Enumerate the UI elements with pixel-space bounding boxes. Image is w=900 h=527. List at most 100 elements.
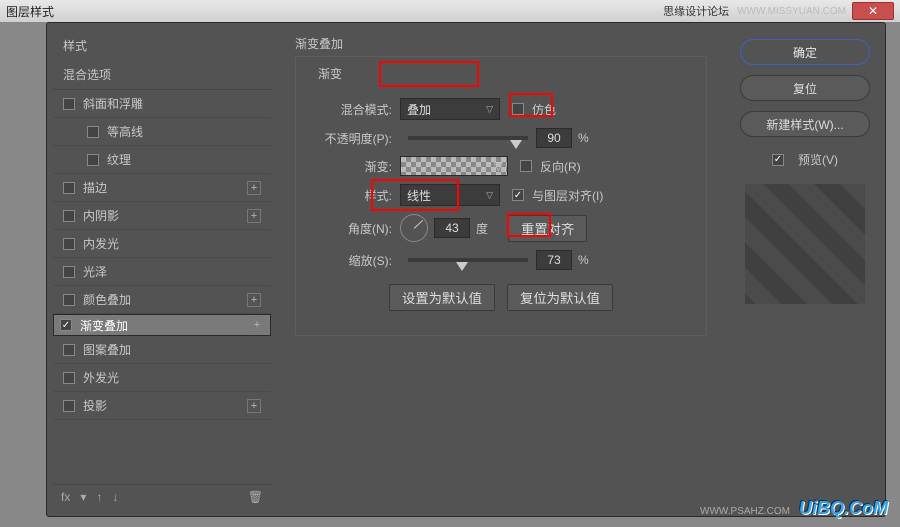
angle-label: 角度(N): (310, 220, 392, 237)
style-label: 渐变叠加 (80, 317, 128, 334)
dither-label: 仿色 (532, 101, 556, 118)
opacity-input[interactable] (536, 128, 572, 148)
watermark: WWW.MISSYUAN.COM (737, 6, 846, 17)
degree-label: 度 (476, 220, 488, 237)
style-checkbox[interactable] (63, 294, 75, 306)
blend-mode-select[interactable]: 叠加▽ (400, 98, 500, 120)
style-select[interactable]: 线性▽ (400, 184, 500, 206)
style-checkbox[interactable] (63, 210, 75, 222)
style-checkbox[interactable] (87, 154, 99, 166)
style-row[interactable]: 纹理 (53, 146, 271, 174)
opacity-label: 不透明度(P): (310, 130, 392, 147)
style-row[interactable]: 渐变叠加 + (53, 314, 271, 336)
chevron-down-icon: ▽ (486, 190, 493, 201)
preview-swatch (745, 184, 865, 304)
arrow-up-icon[interactable]: ↑ (96, 490, 102, 504)
chevron-down-icon: ▽ (490, 159, 507, 173)
style-row[interactable]: 图案叠加 (53, 336, 271, 364)
fieldset-legend: 渐变 (314, 65, 346, 82)
chevron-down-icon: ▽ (486, 104, 493, 115)
style-label: 图案叠加 (83, 341, 131, 358)
style-checkbox[interactable] (87, 126, 99, 138)
action-panel: 确定 复位 新建样式(W)... 预览(V) (725, 23, 885, 516)
style-label: 样式: (310, 187, 392, 204)
add-effect-icon[interactable]: + (247, 293, 261, 307)
chevron-down-icon[interactable]: ▾ (80, 490, 86, 504)
style-row[interactable]: 内阴影 + (53, 202, 271, 230)
style-row[interactable]: 描边 + (53, 174, 271, 202)
reset-default-button[interactable]: 复位为默认值 (507, 284, 613, 311)
angle-dial[interactable] (400, 214, 428, 242)
style-row[interactable]: 内发光 (53, 230, 271, 258)
arrow-down-icon[interactable]: ↓ (112, 490, 118, 504)
add-effect-icon[interactable]: + (247, 399, 261, 413)
style-label: 内阴影 (83, 207, 119, 224)
reverse-label: 反向(R) (540, 158, 581, 175)
style-row[interactable]: 光泽 (53, 258, 271, 286)
style-label: 描边 (83, 179, 107, 196)
angle-input[interactable] (434, 218, 470, 238)
style-checkbox[interactable] (63, 266, 75, 278)
scale-input[interactable] (536, 250, 572, 270)
style-checkbox[interactable] (63, 182, 75, 194)
reset-button[interactable]: 复位 (740, 75, 870, 101)
gradient-label: 渐变: (310, 158, 392, 175)
add-effect-icon[interactable]: + (247, 181, 261, 195)
style-checkbox[interactable] (63, 344, 75, 356)
ok-button[interactable]: 确定 (740, 39, 870, 65)
titlebar-link: 思缘设计论坛 (663, 3, 729, 19)
watermark: WWW.PSAHZ.COM (700, 506, 790, 517)
percent-label: % (578, 131, 589, 145)
style-row[interactable]: 外发光 (53, 364, 271, 392)
close-button[interactable]: ✕ (852, 2, 894, 20)
fx-menu[interactable]: fx (61, 490, 70, 504)
style-list: 斜面和浮雕等高线纹理描边 + 内阴影 + 内发光光泽颜色叠加 + 渐变叠加 + 图案叠加外发光投… (53, 90, 271, 484)
align-checkbox[interactable] (512, 189, 524, 201)
style-label: 等高线 (107, 123, 143, 140)
preview-checkbox[interactable] (772, 154, 784, 166)
style-label: 投影 (83, 397, 107, 414)
reset-align-button[interactable]: 重置对齐 (508, 215, 587, 242)
style-row[interactable]: 等高线 (53, 118, 271, 146)
preview-label: 预览(V) (798, 151, 838, 168)
gradient-picker[interactable]: ▽ (400, 156, 508, 176)
style-row[interactable]: 投影 + (53, 392, 271, 420)
style-row[interactable]: 颜色叠加 + (53, 286, 271, 314)
style-checkbox[interactable] (63, 98, 75, 110)
style-row[interactable]: 斜面和浮雕 (53, 90, 271, 118)
style-list-panel: 样式 混合选项 斜面和浮雕等高线纹理描边 + 内阴影 + 内发光光泽颜色叠加 + 渐变叠加 +… (47, 23, 277, 516)
reverse-checkbox[interactable] (520, 160, 532, 172)
trash-icon[interactable]: 🗑 (248, 490, 263, 504)
add-effect-icon[interactable]: + (250, 318, 264, 332)
style-label: 内发光 (83, 235, 119, 252)
new-style-button[interactable]: 新建样式(W)... (740, 111, 870, 137)
style-label: 颜色叠加 (83, 291, 131, 308)
percent-label: % (578, 253, 589, 267)
section-title: 渐变叠加 (295, 35, 707, 52)
blend-mode-label: 混合模式: (310, 101, 392, 118)
site-logo: UiBQ.CoM (799, 498, 888, 519)
titlebar: 图层样式 思缘设计论坛 WWW.MISSYUAN.COM ✕ (0, 0, 900, 22)
style-list-footer: fx ▾ ↑ ↓ 🗑 (53, 484, 271, 508)
styles-header: 样式 (53, 31, 271, 60)
style-label: 斜面和浮雕 (83, 95, 143, 112)
align-label: 与图层对齐(I) (532, 187, 603, 204)
style-checkbox[interactable] (60, 319, 72, 331)
style-label: 外发光 (83, 369, 119, 386)
style-checkbox[interactable] (63, 238, 75, 250)
set-default-button[interactable]: 设置为默认值 (389, 284, 495, 311)
style-label: 光泽 (83, 263, 107, 280)
settings-panel: 渐变叠加 渐变 混合模式: 叠加▽ 仿色 不透明度(P): % 渐变 (277, 23, 725, 516)
add-effect-icon[interactable]: + (247, 209, 261, 223)
style-label: 纹理 (107, 151, 131, 168)
blend-options-row[interactable]: 混合选项 (53, 60, 271, 90)
layer-style-dialog: 样式 混合选项 斜面和浮雕等高线纹理描边 + 内阴影 + 内发光光泽颜色叠加 + 渐变叠加 +… (46, 22, 886, 517)
scale-slider[interactable] (408, 258, 528, 262)
style-checkbox[interactable] (63, 372, 75, 384)
scale-label: 缩放(S): (310, 252, 392, 269)
gradient-fieldset: 渐变 混合模式: 叠加▽ 仿色 不透明度(P): % 渐变: ▽ (295, 56, 707, 336)
dither-checkbox[interactable] (512, 103, 524, 115)
window-title: 图层样式 (6, 3, 663, 20)
style-checkbox[interactable] (63, 400, 75, 412)
opacity-slider[interactable] (408, 136, 528, 140)
